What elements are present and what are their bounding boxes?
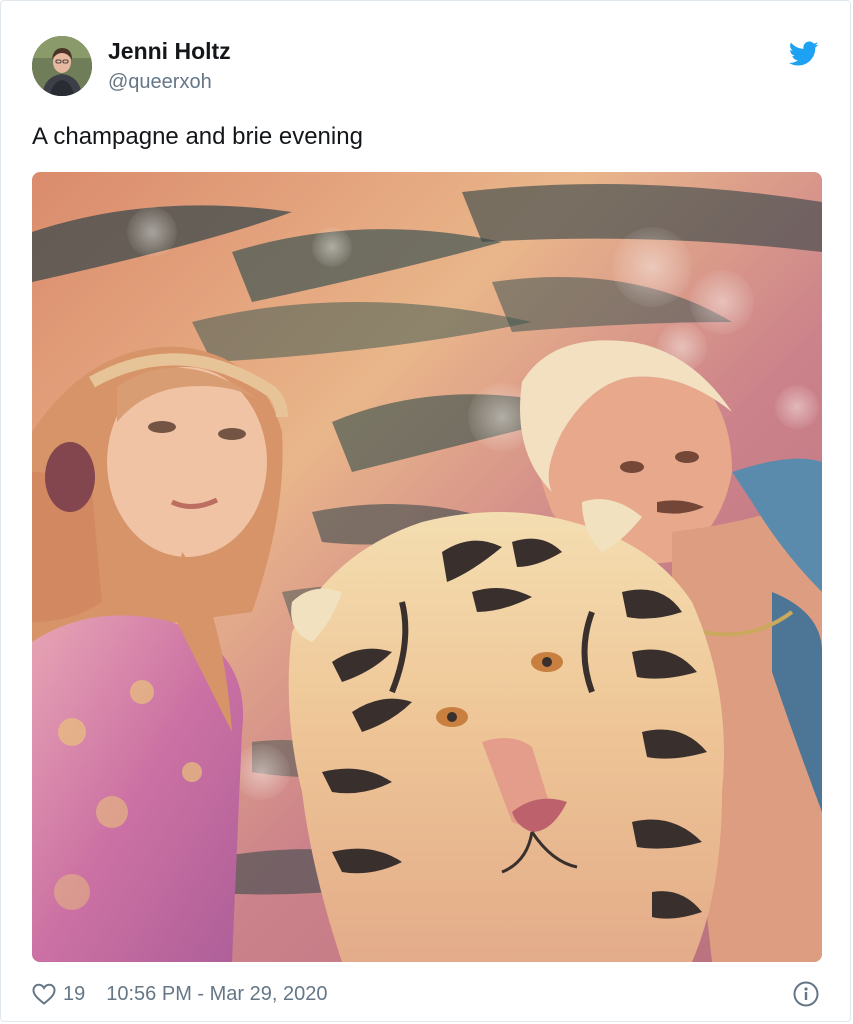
tweet-timestamp[interactable]: 10:56 PM - Mar 29, 2020 <box>106 983 327 1006</box>
tweet-card: Jenni Holtz @queerxoh A champagne and br… <box>0 0 851 1022</box>
twitter-bird-icon[interactable] <box>788 41 819 67</box>
heart-icon <box>32 983 56 1005</box>
tweet-footer: 19 10:56 PM - Mar 29, 2020 <box>32 979 327 1009</box>
profile-photo-icon <box>32 36 92 96</box>
like-count: 19 <box>63 982 86 1005</box>
tweet-photo[interactable] <box>32 172 822 962</box>
info-icon[interactable] <box>793 981 819 1007</box>
photo-collage-icon <box>32 172 822 962</box>
avatar[interactable] <box>32 36 92 96</box>
display-name[interactable]: Jenni Holtz <box>108 37 231 65</box>
tweet-text: A champagne and brie evening <box>32 123 363 150</box>
user-handle[interactable]: @queerxoh <box>108 69 212 95</box>
like-button[interactable]: 19 <box>32 983 85 1006</box>
